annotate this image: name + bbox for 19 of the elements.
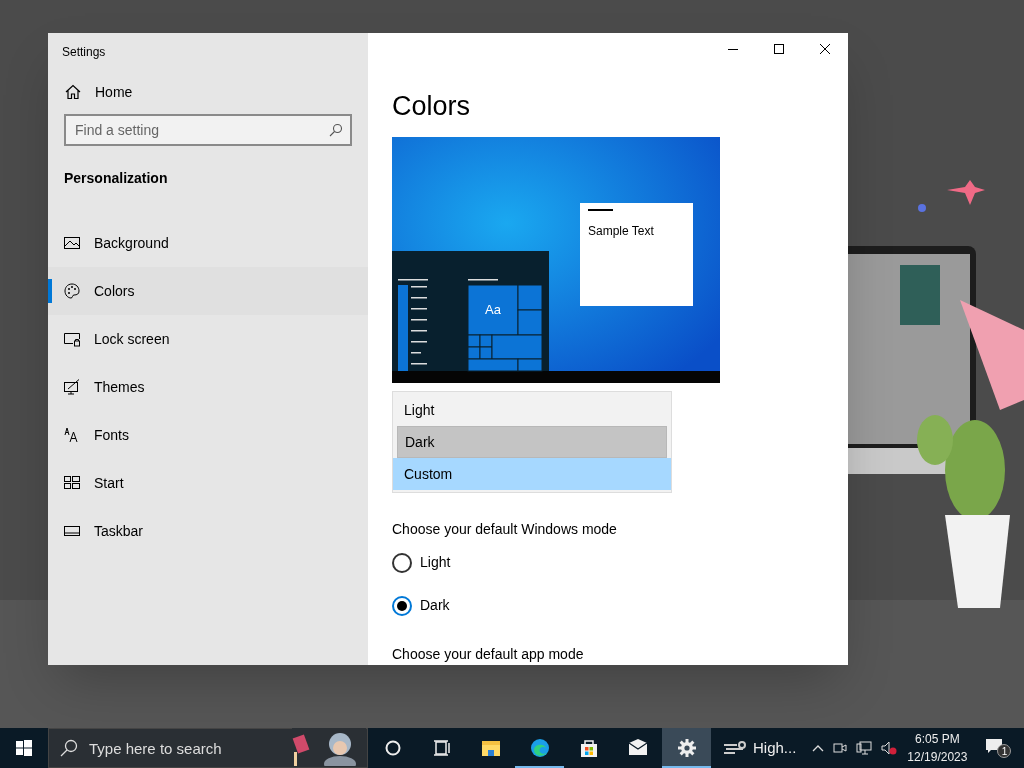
network-icon[interactable] xyxy=(856,741,873,755)
wind-icon xyxy=(723,740,747,756)
clock-date[interactable]: 12/19/2023 xyxy=(907,748,968,766)
volume-muted-icon[interactable] xyxy=(881,741,898,755)
taskbar-app-button[interactable] xyxy=(662,728,711,768)
chevron-up-icon[interactable] xyxy=(812,744,825,752)
mail-envelope-icon xyxy=(627,738,648,758)
search-icon xyxy=(60,739,78,757)
notifications-button[interactable]: 1 xyxy=(985,736,1010,760)
store-bag-icon xyxy=(578,738,599,758)
clock-time[interactable]: 6:05 PM xyxy=(915,730,960,748)
folder-icon xyxy=(480,738,501,758)
weather-text[interactable]: High... xyxy=(753,736,797,760)
gear-icon xyxy=(676,738,697,758)
edge-icon xyxy=(529,738,550,758)
task-view-icon xyxy=(431,738,452,758)
camera-icon[interactable] xyxy=(833,741,848,755)
notification-badge: 1 xyxy=(997,744,1012,758)
windows-logo-icon xyxy=(16,740,32,756)
